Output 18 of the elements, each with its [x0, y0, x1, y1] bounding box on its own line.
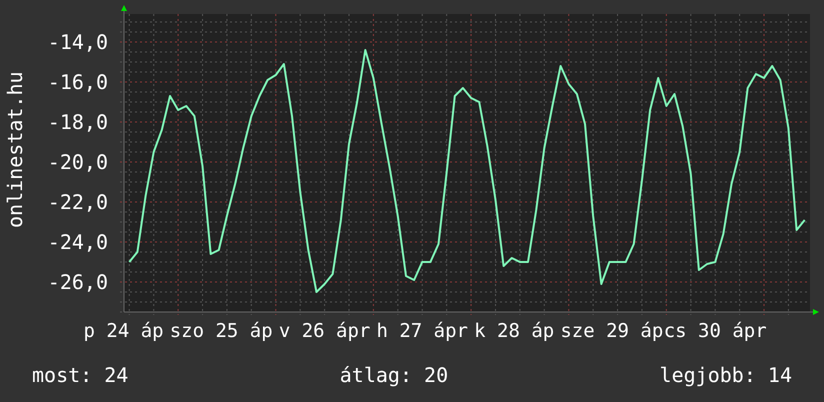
x-tick-label: v 26 ápr — [278, 320, 370, 342]
y-tick-label: -18,0 — [48, 110, 108, 134]
legend-stat: legjobb: 14 — [660, 363, 792, 387]
x-tick-label: k 28 áp — [474, 320, 554, 342]
x-tick-label: cs 30 ápr — [664, 320, 767, 342]
y-tick-label: -26,0 — [48, 270, 108, 294]
legend-stat: most: 24 — [32, 363, 128, 387]
x-tick-label: sze 29 áp — [560, 320, 664, 342]
y-tick-label: -14,0 — [48, 30, 108, 54]
legend-stat: átlag: 20 — [340, 363, 448, 387]
x-tick-label: szo 25 áp — [170, 320, 273, 342]
y-axis-label: onlinestat.hu — [3, 72, 27, 228]
x-tick-label: h 27 ápr — [376, 320, 468, 342]
x-tick-label: p 24 áp — [84, 320, 164, 342]
y-tick-label: -16,0 — [48, 70, 108, 94]
y-tick-label: -22,0 — [48, 190, 108, 214]
y-tick-label: -20,0 — [48, 150, 108, 174]
y-tick-label: -24,0 — [48, 230, 108, 254]
